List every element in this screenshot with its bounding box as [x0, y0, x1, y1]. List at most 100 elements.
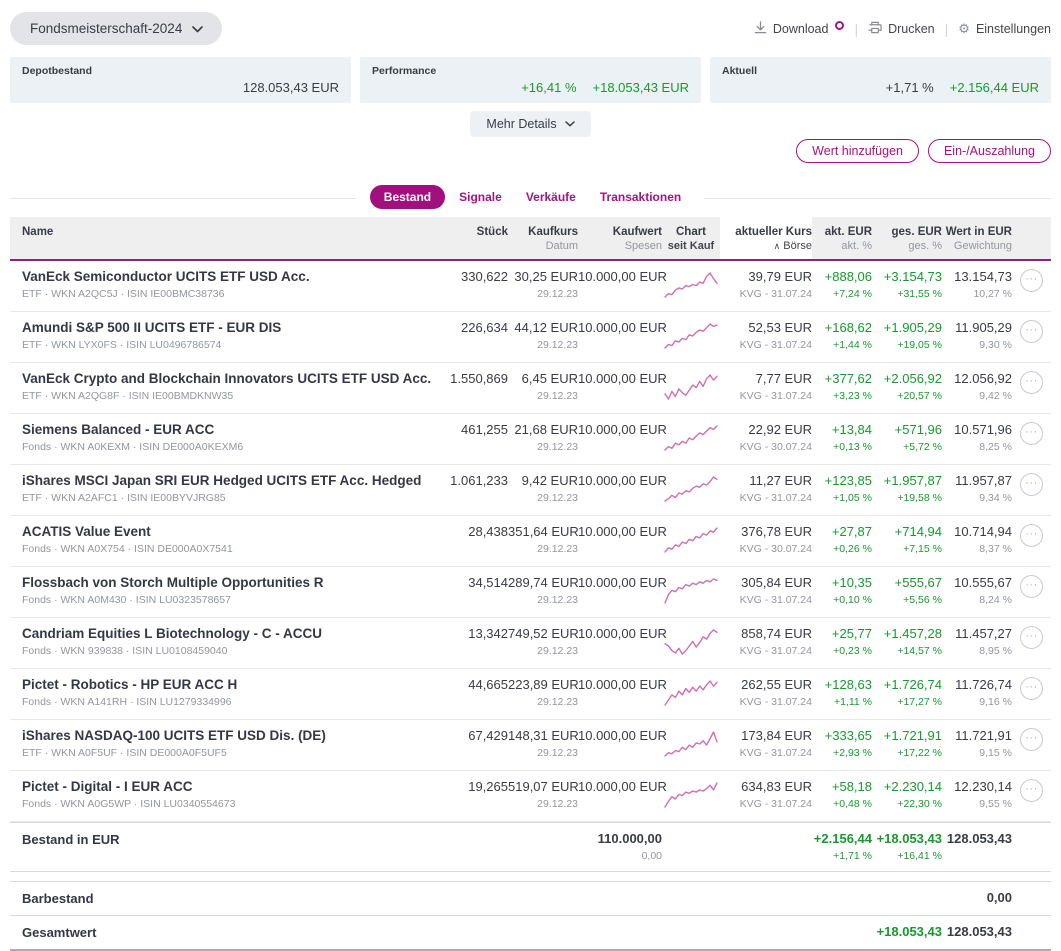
- sparkline-chart[interactable]: [663, 422, 719, 455]
- col-stueck[interactable]: Stück: [438, 217, 508, 259]
- sparkline-chart[interactable]: [663, 473, 719, 506]
- weight: 9,16 %: [979, 696, 1012, 708]
- value-eur: 11.957,87: [955, 473, 1012, 488]
- fund-meta: ETF · WKN A2QG8F · ISIN IE00BMDKNW35: [22, 390, 234, 402]
- deposit-withdraw-button[interactable]: Ein-/Auszahlung: [927, 139, 1051, 163]
- aktuell-percent: +1,71 %: [885, 80, 934, 95]
- performance-percent: +16,41 %: [521, 80, 577, 95]
- ges-eur: +3.154,73: [883, 269, 942, 284]
- value-eur: 12.230,14: [954, 779, 1012, 794]
- tab-transaktionen[interactable]: Transaktionen: [590, 185, 691, 209]
- tab-bestand[interactable]: Bestand: [369, 185, 446, 209]
- print-button[interactable]: Drucken: [868, 21, 935, 37]
- fund-name[interactable]: Amundi S&P 500 II UCITS ETF - EUR DIS: [22, 320, 438, 335]
- value-eur: 13.154,73: [954, 269, 1012, 284]
- add-value-button[interactable]: Wert hinzufügen: [796, 139, 919, 163]
- table-row: VanEck Crypto and Blockchain Innovators …: [10, 363, 1051, 414]
- price-source: KVG - 31.07.24: [739, 645, 812, 657]
- col-wert-in-eur[interactable]: Wert in EUR Gewichtung: [942, 217, 1012, 259]
- sort-asc-icon[interactable]: ∧: [774, 241, 781, 251]
- fund-name[interactable]: Flossbach von Storch Multiple Opportunit…: [22, 575, 438, 590]
- settings-button[interactable]: ⚙ Einstellungen: [958, 21, 1051, 37]
- fund-meta: Fonds · WKN 939838 · ISIN LU0108459040: [22, 645, 228, 657]
- sparkline-chart[interactable]: [663, 677, 719, 710]
- col-chart[interactable]: Chart seit Kauf: [662, 217, 720, 259]
- weight: 9,55 %: [979, 798, 1012, 810]
- sparkline-chart[interactable]: [663, 320, 719, 353]
- row-menu-button[interactable]: ···: [1020, 473, 1043, 496]
- akt-pct: +0,26 %: [833, 543, 872, 555]
- buy-date: 29.12.23: [537, 441, 578, 453]
- fund-name[interactable]: Candriam Equities L Biotechnology - C - …: [22, 626, 438, 641]
- ges-eur: +2.056,92: [883, 371, 942, 386]
- row-menu-button[interactable]: ···: [1020, 779, 1043, 802]
- col-kaufwert[interactable]: Kaufwert Spesen: [578, 217, 662, 259]
- sparkline-chart[interactable]: [663, 575, 719, 608]
- row-menu-button[interactable]: ···: [1020, 626, 1043, 649]
- sparkline-chart[interactable]: [663, 728, 719, 761]
- current-price: 39,79 EUR: [748, 269, 812, 284]
- fund-name[interactable]: iShares NASDAQ-100 UCITS ETF USD Dis. (D…: [22, 728, 438, 743]
- col-akt-eur[interactable]: akt. EUR akt. %: [812, 217, 872, 259]
- fund-name[interactable]: ACATIS Value Event: [22, 524, 438, 539]
- weight: 8,37 %: [979, 543, 1012, 555]
- row-menu-button[interactable]: ···: [1020, 371, 1043, 394]
- sparkline-chart[interactable]: [663, 779, 719, 812]
- row-menu-button[interactable]: ···: [1020, 728, 1043, 751]
- fund-name[interactable]: Pictet - Digital - I EUR ACC: [22, 779, 438, 794]
- fund-name[interactable]: VanEck Crypto and Blockchain Innovators …: [22, 371, 438, 386]
- col-name[interactable]: Name: [10, 217, 438, 259]
- fund-meta: ETF · WKN A2AFC1 · ISIN IE00BYVJRG85: [22, 492, 226, 504]
- more-details-label: Mehr Details: [486, 117, 557, 131]
- akt-pct: +0,13 %: [833, 441, 872, 453]
- tab-verkaeufe[interactable]: Verkäufe: [516, 185, 586, 209]
- weight: 9,42 %: [979, 390, 1012, 402]
- buy-date: 29.12.23: [537, 492, 578, 504]
- value-eur: 11.905,29: [955, 320, 1012, 335]
- aktuell-value: +2.156,44 EUR: [949, 80, 1039, 95]
- buy-price: 30,25 EUR: [514, 269, 578, 284]
- settings-label: Einstellungen: [975, 21, 1051, 36]
- more-details-button[interactable]: Mehr Details: [470, 111, 591, 137]
- col-kaufkurs[interactable]: Kaufkurs Datum: [508, 217, 578, 259]
- row-menu-button[interactable]: ···: [1020, 269, 1043, 292]
- col-ges-eur[interactable]: ges. EUR ges. %: [872, 217, 943, 259]
- ges-pct: +17,27 %: [897, 696, 942, 708]
- table-row: ACATIS Value Event Fonds · WKN A0X754 · …: [10, 516, 1051, 567]
- sparkline-chart[interactable]: [663, 371, 719, 404]
- current-price: 52,53 EUR: [748, 320, 812, 335]
- akt-eur: +333,65: [824, 728, 872, 743]
- fund-name[interactable]: VanEck Semiconductor UCITS ETF USD Acc.: [22, 269, 438, 284]
- fund-name[interactable]: Siemens Balanced - EUR ACC: [22, 422, 438, 437]
- buy-date: 29.12.23: [537, 645, 578, 657]
- sparkline-svg: [664, 731, 718, 757]
- download-button[interactable]: Download: [754, 20, 845, 37]
- col-aktueller-kurs[interactable]: aktueller Kurs ∧ Börse: [720, 217, 812, 259]
- row-menu-button[interactable]: ···: [1020, 575, 1043, 598]
- row-menu-button[interactable]: ···: [1020, 320, 1043, 343]
- row-menu-button[interactable]: ···: [1020, 422, 1043, 445]
- fund-name[interactable]: iShares MSCI Japan SRI EUR Hedged UCITS …: [22, 473, 438, 488]
- weight: 9,34 %: [979, 492, 1012, 504]
- pieces: 461,255: [461, 422, 508, 437]
- sparkline-chart[interactable]: [663, 626, 719, 659]
- tab-signale[interactable]: Signale: [449, 185, 512, 209]
- row-menu-button[interactable]: ···: [1020, 677, 1043, 700]
- portfolio-selector[interactable]: Fondsmeisterschaft-2024: [10, 12, 223, 45]
- ges-eur: +2.230,14: [883, 779, 942, 794]
- value-eur: 11.726,74: [955, 677, 1012, 692]
- buy-date: 29.12.23: [537, 747, 578, 759]
- fund-name[interactable]: Pictet - Robotics - HP EUR ACC H: [22, 677, 438, 692]
- chevron-down-icon: [564, 121, 575, 127]
- sparkline-chart[interactable]: [663, 524, 719, 557]
- akt-eur: +25,77: [831, 626, 872, 641]
- price-source: KVG - 30.07.24: [739, 543, 812, 555]
- weight: 9,15 %: [979, 747, 1012, 759]
- value-eur: 10.571,96: [954, 422, 1012, 437]
- sparkline-chart[interactable]: [663, 269, 719, 302]
- ges-pct: +31,55 %: [897, 288, 942, 300]
- row-menu-button[interactable]: ···: [1020, 524, 1043, 547]
- buy-price: 9,42 EUR: [521, 473, 578, 488]
- table-header: Name Stück Kaufkurs Datum Kaufwert Spese…: [10, 217, 1051, 261]
- sparkline-svg: [664, 578, 718, 604]
